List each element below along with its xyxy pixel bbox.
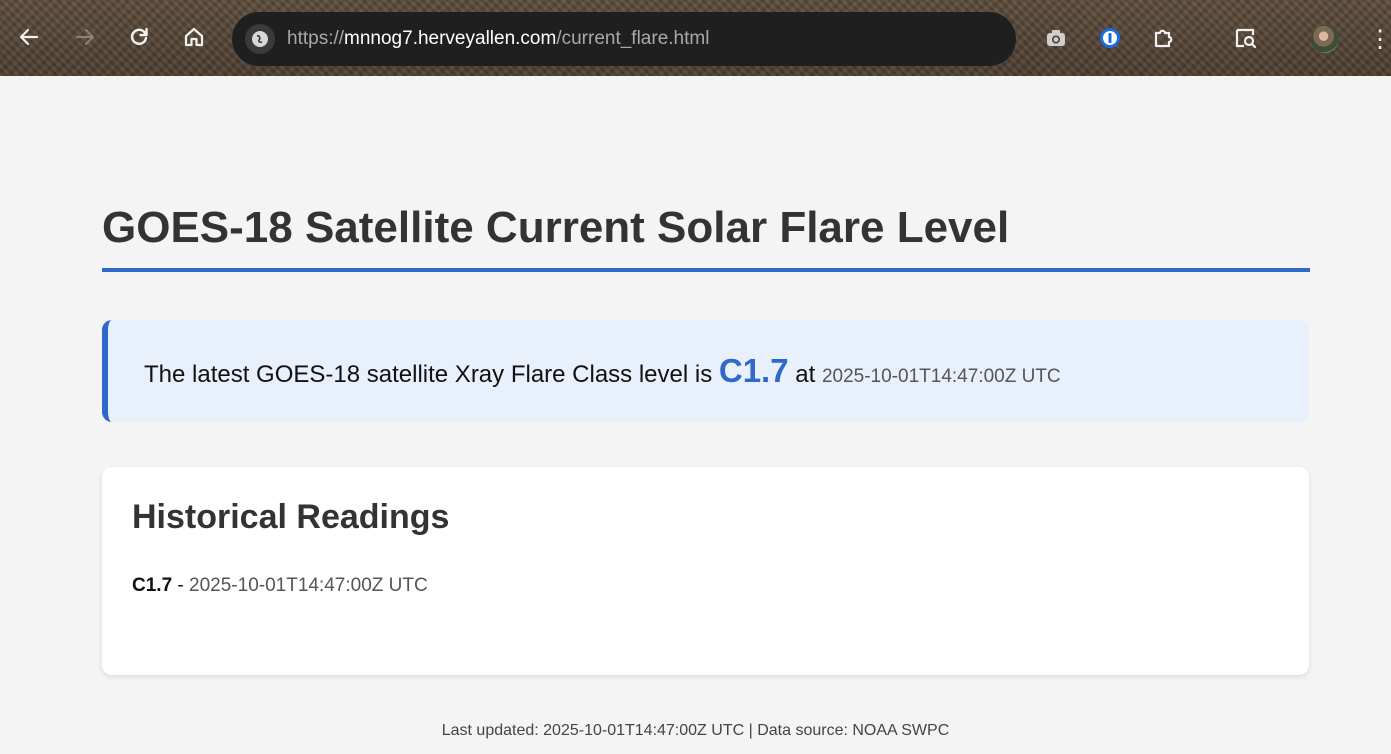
current-flare-box: The latest GOES-18 satellite Xray Flare …	[102, 320, 1309, 422]
page-title: GOES-18 Satellite Current Solar Flare Le…	[102, 203, 1010, 252]
current-flare-timestamp: 2025-10-01T14:47:00Z UTC	[821, 366, 1061, 387]
reading-separator: -	[172, 575, 190, 596]
forward-arrow-icon[interactable]	[70, 22, 100, 52]
reading-timestamp: 2025-10-01T14:47:00Z UTC	[189, 575, 428, 596]
home-icon[interactable]	[179, 22, 209, 52]
browser-toolbar: https://mnnog7.herveyallen.com/current_f…	[0, 0, 1391, 76]
profile-avatar[interactable]	[1311, 25, 1339, 53]
site-info-icon[interactable]	[245, 24, 275, 54]
extensions-icon[interactable]	[1149, 24, 1177, 52]
current-flare-at: at	[788, 361, 822, 388]
current-flare-prefix: The latest GOES-18 satellite Xray Flare …	[144, 361, 719, 388]
reading-flare-class: C1.7	[132, 575, 173, 596]
historical-readings-title: Historical Readings	[132, 498, 450, 536]
password-manager-icon[interactable]	[1096, 24, 1124, 52]
reload-icon[interactable]	[124, 22, 154, 52]
address-bar[interactable]: https://mnnog7.herveyallen.com/current_f…	[232, 12, 1016, 66]
current-flare-text: The latest GOES-18 satellite Xray Flare …	[144, 353, 1061, 395]
historical-readings-card: Historical Readings C1.7 - 2025-10-01T14…	[102, 467, 1309, 675]
page-content: GOES-18 Satellite Current Solar Flare Le…	[0, 76, 1391, 754]
url-host: mnnog7.herveyallen.com	[344, 28, 557, 49]
menu-dots-icon[interactable]: ⋮	[1368, 26, 1391, 54]
title-divider	[102, 268, 1310, 272]
url-text[interactable]: https://mnnog7.herveyallen.com/current_f…	[287, 27, 709, 51]
reading-list-icon[interactable]	[1232, 24, 1260, 52]
url-scheme: https://	[287, 28, 345, 49]
camera-icon[interactable]	[1042, 24, 1070, 52]
current-flare-class: C1.7	[718, 352, 789, 389]
url-path: /current_flare.html	[556, 28, 710, 49]
footer: Last updated: 2025-10-01T14:47:00Z UTC |…	[441, 722, 950, 739]
list-item: C1.7 - 2025-10-01T14:47:00Z UTC	[132, 574, 428, 598]
back-arrow-icon[interactable]	[14, 22, 44, 52]
